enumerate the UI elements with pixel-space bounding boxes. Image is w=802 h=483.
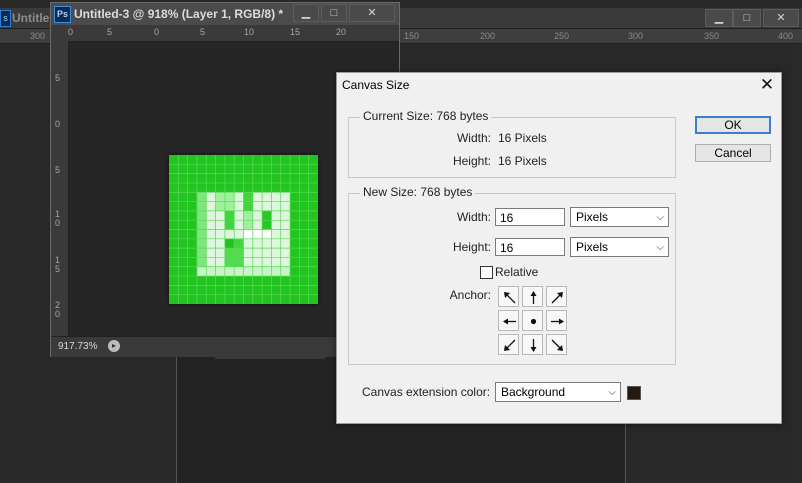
ruler-label: 15 (290, 27, 301, 37)
current-height-label: Height: (452, 154, 491, 168)
arrow-ne-icon[interactable] (546, 286, 567, 307)
height-unit-value: Pixels (576, 240, 609, 254)
chevron-down-icon: ⌵ (656, 242, 664, 253)
ruler-label: 0 (68, 27, 74, 37)
horizontal-ruler[interactable]: 0 5 0 5 10 15 20 (68, 25, 399, 42)
pixel-grid (169, 155, 318, 304)
ruler-label: 1 0 (55, 209, 61, 228)
chevron-down-icon: ⌵ (656, 212, 664, 223)
width-input[interactable]: 16 (495, 208, 565, 226)
canvas-artwork[interactable] (169, 155, 318, 304)
photoshop-icon: s (0, 10, 11, 27)
relative-label[interactable]: Relative (495, 265, 538, 279)
anchor-center-icon[interactable] (522, 310, 543, 331)
extension-color-swatch[interactable] (627, 386, 641, 400)
maximize-icon[interactable]: □ (321, 4, 347, 22)
chevron-down-icon: ⌵ (608, 387, 616, 398)
canvas-size-dialog[interactable]: Canvas Size ✕ Current Size: 768 bytes Wi… (336, 72, 782, 424)
photoshop-icon: Ps (54, 6, 71, 23)
cancel-button[interactable]: Cancel (695, 144, 771, 162)
close-icon[interactable]: ✕ (763, 9, 799, 27)
ruler-label: 1 5 (55, 255, 61, 274)
maximize-icon[interactable]: □ (733, 9, 761, 27)
extension-color-label: Canvas extension color: (362, 385, 491, 399)
current-width-label: Width: (456, 131, 491, 145)
arrow-s-icon[interactable] (522, 334, 543, 355)
ruler-label: 300 (628, 31, 644, 41)
relative-checkbox[interactable] (480, 266, 493, 279)
zoom-readout[interactable]: 917.73% (58, 341, 97, 352)
arrow-se-icon[interactable] (546, 334, 567, 355)
current-size-legend: Current Size: 768 bytes (360, 109, 492, 123)
ruler-label: 5 (200, 27, 206, 37)
background-document-title[interactable]: Untitle (12, 11, 49, 25)
width-label: Width: (456, 210, 491, 224)
current-height-value: 16 Pixels (498, 154, 547, 168)
current-size-group (348, 117, 676, 178)
ruler-label: 5 (55, 165, 61, 175)
new-size-legend: New Size: 768 bytes (360, 185, 476, 199)
arrow-n-icon[interactable] (522, 286, 543, 307)
arrow-e-icon[interactable] (546, 310, 567, 331)
ruler-label: 200 (480, 31, 496, 41)
ruler-label: 0 (55, 119, 61, 129)
minimize-icon[interactable]: ▁ (293, 4, 319, 22)
ruler-corner[interactable] (51, 25, 68, 41)
pixel-art-n (169, 155, 318, 304)
ruler-label: 0 (154, 27, 160, 37)
anchor-label: Anchor: (449, 288, 491, 302)
anchor-grid[interactable] (498, 286, 567, 355)
vertical-ruler[interactable]: 5 0 5 1 0 1 5 2 0 (51, 41, 69, 336)
arrow-nw-icon[interactable] (498, 286, 519, 307)
ruler-label: 150 (404, 31, 420, 41)
current-width-value: 16 Pixels (498, 131, 547, 145)
status-menu-icon[interactable]: ▸ (108, 340, 120, 352)
dialog-title: Canvas Size (342, 78, 410, 92)
ruler-label: 2 0 (55, 300, 61, 319)
ruler-label: 250 (554, 31, 570, 41)
arrow-w-icon[interactable] (498, 310, 519, 331)
ruler-label: 10 (244, 27, 255, 37)
width-unit-value: Pixels (576, 210, 609, 224)
height-label: Height: (452, 240, 491, 254)
ruler-label: 400 (778, 31, 794, 41)
height-unit-select[interactable]: Pixels ⌵ (570, 237, 669, 257)
width-unit-select[interactable]: Pixels ⌵ (570, 207, 669, 227)
ok-button[interactable]: OK (695, 116, 771, 134)
ruler-label: 5 (107, 27, 113, 37)
extension-color-select[interactable]: Background ⌵ (495, 382, 621, 402)
ruler-label: 300 (30, 31, 46, 41)
arrow-sw-icon[interactable] (498, 334, 519, 355)
ruler-label: 5 (55, 73, 61, 83)
extension-color-value: Background (501, 385, 566, 399)
height-input[interactable]: 16 (495, 238, 565, 256)
ruler-label: 20 (336, 27, 347, 37)
ruler-label: 350 (704, 31, 720, 41)
close-icon[interactable]: ✕ (349, 4, 395, 22)
document-title: Untitled-3 @ 918% (Layer 1, RGB/8) * (74, 7, 284, 21)
minimize-icon[interactable]: ▁ (705, 9, 733, 27)
background-scrollbar[interactable] (792, 44, 802, 483)
close-icon[interactable]: ✕ (757, 76, 777, 96)
